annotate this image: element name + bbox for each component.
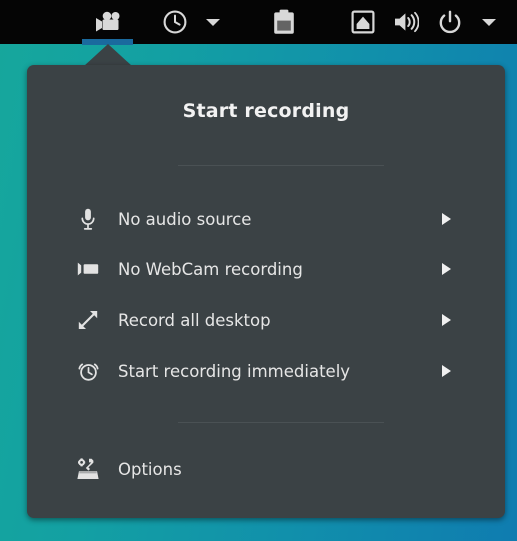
topbar-item-power-applet[interactable]: [432, 0, 468, 44]
display-icon: [351, 10, 375, 34]
topbar-item-clock-applet-dropdown[interactable]: [196, 0, 230, 44]
webcam-icon: [75, 261, 101, 277]
volume-icon: [393, 10, 419, 34]
topbar-item-volume-applet[interactable]: [388, 0, 424, 44]
menu-item-no-audio-source[interactable]: No audio source: [27, 198, 505, 240]
submenu-arrow-icon: [442, 365, 451, 377]
menu-item-label: Options: [118, 459, 182, 479]
microphone-icon: [75, 208, 101, 230]
menu-title: Start recording: [182, 100, 350, 122]
clipboard-icon: [273, 9, 295, 35]
menu-item-label: No audio source: [118, 209, 252, 229]
video-camera-icon: [93, 11, 123, 33]
menu-separator-bottom: [178, 422, 384, 423]
clock-icon: [162, 9, 188, 35]
expand-arrows-icon: [75, 310, 101, 330]
menu-item-label: Record all desktop: [118, 310, 271, 330]
alarm-clock-icon: [75, 360, 101, 382]
top-panel: [0, 0, 517, 44]
menu-item-label: No WebCam recording: [118, 259, 303, 279]
menu-item-start-recording-immediately[interactable]: Start recording immediately: [27, 350, 505, 392]
menu-item-no-webcam-recording[interactable]: No WebCam recording: [27, 248, 505, 290]
recorder-menu-panel: Start recording No audio source No WebCa…: [27, 65, 505, 518]
menu-item-options[interactable]: Options: [27, 448, 505, 490]
menu-pointer-arrow: [84, 44, 132, 66]
submenu-arrow-icon: [442, 314, 451, 326]
tools-icon: [75, 458, 101, 480]
topbar-item-screen-recorder-indicator[interactable]: [82, 0, 133, 44]
topbar-item-power-applet-dropdown[interactable]: [472, 0, 506, 44]
power-icon: [438, 10, 462, 34]
chevron-down-icon: [482, 18, 496, 26]
menu-separator-top: [178, 165, 384, 166]
desktop-screen: Start recording No audio source No WebCa…: [0, 0, 517, 541]
chevron-down-icon: [206, 18, 220, 26]
topbar-item-display-applet[interactable]: [345, 0, 381, 44]
submenu-arrow-icon: [442, 263, 451, 275]
submenu-arrow-icon: [442, 213, 451, 225]
topbar-item-clock-applet[interactable]: [155, 0, 195, 44]
menu-item-record-all-desktop[interactable]: Record all desktop: [27, 299, 505, 341]
topbar-item-clipboard-applet[interactable]: [265, 0, 303, 44]
menu-item-label: Start recording immediately: [118, 361, 351, 381]
